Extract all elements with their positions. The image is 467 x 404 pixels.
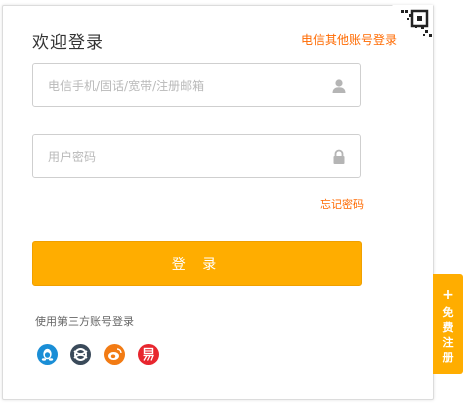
third-party-login-label: 使用第三方账号登录 bbox=[35, 315, 134, 328]
other-account-login-link[interactable]: 电信其他账号登录 bbox=[301, 31, 397, 48]
plus-icon: + bbox=[442, 287, 454, 303]
forgot-password-link[interactable]: 忘记密码 bbox=[320, 196, 364, 212]
account-field[interactable] bbox=[32, 63, 361, 108]
tianyi-icon[interactable] bbox=[70, 344, 91, 365]
login-button[interactable]: 登 录 bbox=[32, 241, 362, 286]
user-icon bbox=[331, 78, 347, 94]
qr-code-icon[interactable] bbox=[392, 5, 433, 46]
free-register-tab[interactable]: + 免费注册 bbox=[433, 274, 463, 374]
register-label: 免费注册 bbox=[442, 306, 454, 364]
yi-icon[interactable] bbox=[138, 344, 159, 365]
page-title: 欢迎登录 bbox=[32, 33, 104, 53]
password-field[interactable] bbox=[32, 134, 361, 179]
lock-icon bbox=[331, 149, 347, 165]
qq-icon[interactable] bbox=[37, 344, 58, 365]
account-input[interactable] bbox=[46, 64, 330, 108]
weibo-icon[interactable] bbox=[104, 344, 125, 365]
password-input[interactable] bbox=[46, 135, 330, 179]
